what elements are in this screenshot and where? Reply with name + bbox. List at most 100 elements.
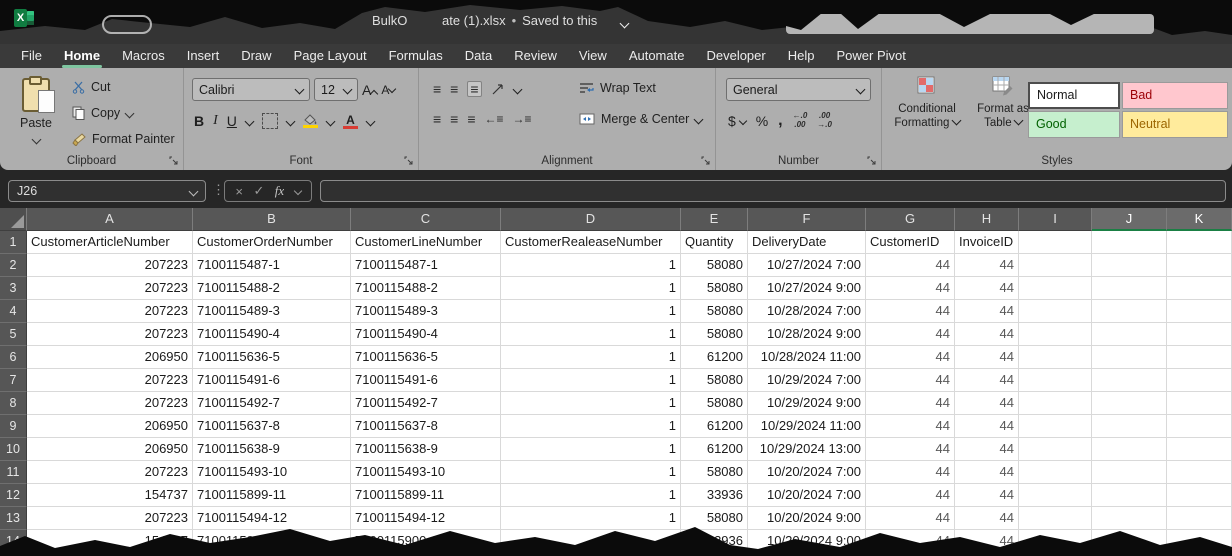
cell-G12[interactable]: 44 xyxy=(866,484,955,507)
cell-A7[interactable]: 207223 xyxy=(27,369,193,392)
row-header-11[interactable]: 11 xyxy=(0,461,27,484)
cancel-entry-button[interactable]: × xyxy=(235,184,243,199)
row-header-8[interactable]: 8 xyxy=(0,392,27,415)
excel-app-icon[interactable]: X xyxy=(14,9,34,27)
column-header-I[interactable]: I xyxy=(1019,208,1092,231)
cell-I13[interactable] xyxy=(1019,507,1092,530)
cell-D11[interactable]: 1 xyxy=(501,461,681,484)
orientation-button[interactable] xyxy=(491,83,505,96)
confirm-entry-button[interactable]: ✓ xyxy=(253,183,264,199)
cell-J2[interactable] xyxy=(1092,254,1167,277)
cell-F4[interactable]: 10/28/2024 7:00 xyxy=(748,300,866,323)
cell-D4[interactable]: 1 xyxy=(501,300,681,323)
cell-D5[interactable]: 1 xyxy=(501,323,681,346)
fill-color-chevron-icon[interactable] xyxy=(325,116,335,126)
cell-A1[interactable]: CustomerArticleNumber xyxy=(27,231,193,254)
cell-G11[interactable]: 44 xyxy=(866,461,955,484)
cell-I9[interactable] xyxy=(1019,415,1092,438)
cell-K5[interactable] xyxy=(1167,323,1232,346)
cell-K1[interactable] xyxy=(1167,231,1232,254)
row-header-13[interactable]: 13 xyxy=(0,507,27,530)
tab-macros[interactable]: Macros xyxy=(111,44,176,68)
cell-K10[interactable] xyxy=(1167,438,1232,461)
alignment-dialog-launcher[interactable] xyxy=(701,156,710,165)
align-middle-button[interactable]: ≡ xyxy=(450,82,458,96)
cell-E11[interactable]: 58080 xyxy=(681,461,748,484)
cell-I4[interactable] xyxy=(1019,300,1092,323)
format-as-table-button[interactable]: Format as Table xyxy=(970,76,1036,130)
cell-E13[interactable]: 58080 xyxy=(681,507,748,530)
cell-G4[interactable]: 44 xyxy=(866,300,955,323)
title-chevron-down-icon[interactable] xyxy=(621,16,628,34)
column-header-G[interactable]: G xyxy=(866,208,955,231)
name-box[interactable]: J26 xyxy=(8,180,206,202)
tab-help[interactable]: Help xyxy=(777,44,826,68)
font-name-select[interactable]: Calibri xyxy=(192,78,310,101)
cell-I6[interactable] xyxy=(1019,346,1092,369)
cell-G1[interactable]: CustomerID xyxy=(866,231,955,254)
cell-K9[interactable] xyxy=(1167,415,1232,438)
increase-decimal-button[interactable]: ←.0.00 xyxy=(793,112,808,130)
fill-color-button[interactable] xyxy=(303,114,318,128)
style-bad[interactable]: Bad xyxy=(1122,82,1228,109)
cell-E14[interactable]: 33936 xyxy=(681,530,748,553)
tab-data[interactable]: Data xyxy=(454,44,503,68)
cell-E2[interactable]: 58080 xyxy=(681,254,748,277)
cell-A10[interactable]: 206950 xyxy=(27,438,193,461)
cell-G7[interactable]: 44 xyxy=(866,369,955,392)
conditional-formatting-button[interactable]: Conditional Formatting xyxy=(888,76,966,130)
column-header-H[interactable]: H xyxy=(955,208,1019,231)
cell-K14[interactable] xyxy=(1167,530,1232,553)
cell-C6[interactable]: 7100115636-5 xyxy=(351,346,501,369)
tab-review[interactable]: Review xyxy=(503,44,568,68)
cell-B3[interactable]: 7100115488-2 xyxy=(193,277,351,300)
format-painter-button[interactable]: Format Painter xyxy=(72,132,175,146)
cell-H6[interactable]: 44 xyxy=(955,346,1019,369)
cell-D1[interactable]: CustomerRealeaseNumber xyxy=(501,231,681,254)
cell-I14[interactable] xyxy=(1019,530,1092,553)
cell-K11[interactable] xyxy=(1167,461,1232,484)
cell-J6[interactable] xyxy=(1092,346,1167,369)
paste-button[interactable]: Paste xyxy=(10,76,62,150)
column-header-D[interactable]: D xyxy=(501,208,681,231)
column-header-C[interactable]: C xyxy=(351,208,501,231)
bold-button[interactable]: B xyxy=(194,113,204,129)
cell-C2[interactable]: 7100115487-1 xyxy=(351,254,501,277)
cell-C1[interactable]: CustomerLineNumber xyxy=(351,231,501,254)
cell-I2[interactable] xyxy=(1019,254,1092,277)
cell-F7[interactable]: 10/29/2024 7:00 xyxy=(748,369,866,392)
formula-input[interactable] xyxy=(320,180,1226,202)
cell-G6[interactable]: 44 xyxy=(866,346,955,369)
cell-I7[interactable] xyxy=(1019,369,1092,392)
cell-A4[interactable]: 207223 xyxy=(27,300,193,323)
cell-B10[interactable]: 7100115638-9 xyxy=(193,438,351,461)
orientation-chevron-icon[interactable] xyxy=(512,84,522,94)
column-header-J[interactable]: J xyxy=(1092,208,1167,231)
cell-D8[interactable]: 1 xyxy=(501,392,681,415)
cell-D14[interactable]: 1 xyxy=(501,530,681,553)
style-good[interactable]: Good xyxy=(1028,111,1120,138)
cell-E5[interactable]: 58080 xyxy=(681,323,748,346)
cell-G14[interactable]: 44 xyxy=(866,530,955,553)
cell-I5[interactable] xyxy=(1019,323,1092,346)
tab-file[interactable]: File xyxy=(10,44,53,68)
cell-F14[interactable]: 10/20/2024 9:00 xyxy=(748,530,866,553)
cell-G2[interactable]: 44 xyxy=(866,254,955,277)
cell-C11[interactable]: 7100115493-10 xyxy=(351,461,501,484)
cell-J3[interactable] xyxy=(1092,277,1167,300)
cell-B4[interactable]: 7100115489-3 xyxy=(193,300,351,323)
cell-K8[interactable] xyxy=(1167,392,1232,415)
cell-F5[interactable]: 10/28/2024 9:00 xyxy=(748,323,866,346)
cell-K4[interactable] xyxy=(1167,300,1232,323)
titlebar-search-box[interactable] xyxy=(786,14,1154,34)
row-header-12[interactable]: 12 xyxy=(0,484,27,507)
cell-F6[interactable]: 10/28/2024 11:00 xyxy=(748,346,866,369)
align-left-button[interactable]: ≡ xyxy=(433,112,441,126)
cell-B2[interactable]: 7100115487-1 xyxy=(193,254,351,277)
cell-B5[interactable]: 7100115490-4 xyxy=(193,323,351,346)
cell-F10[interactable]: 10/29/2024 13:00 xyxy=(748,438,866,461)
cell-C5[interactable]: 7100115490-4 xyxy=(351,323,501,346)
cell-K13[interactable] xyxy=(1167,507,1232,530)
cell-E1[interactable]: Quantity xyxy=(681,231,748,254)
style-normal[interactable]: Normal xyxy=(1028,82,1120,109)
